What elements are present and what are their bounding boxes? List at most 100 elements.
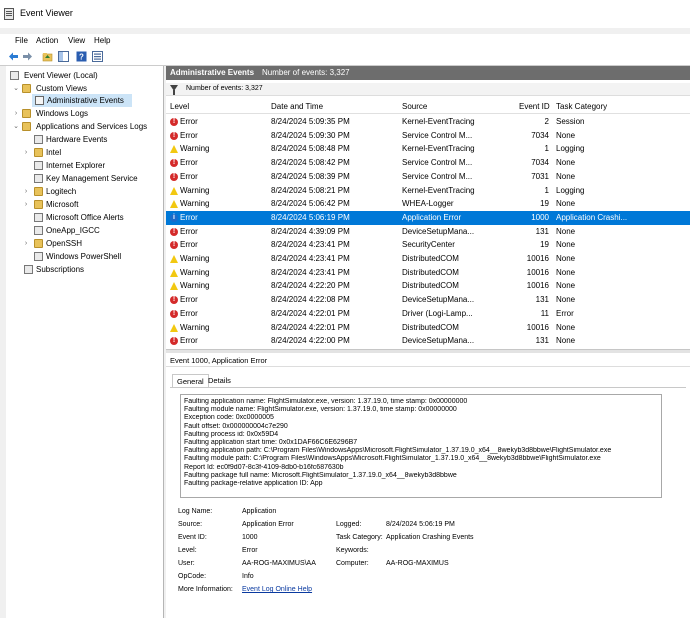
event-id-cell: 7031 (531, 171, 549, 181)
folder-icon (34, 187, 43, 196)
tree-item-oneapp-igcc[interactable]: OneApp_IGCC (20, 224, 160, 237)
tree-item-key-management-service[interactable]: Key Management Service (20, 172, 160, 185)
tree-item-label: Internet Explorer (46, 161, 106, 170)
task-category-cell: Logging (556, 185, 585, 195)
tree-root-label: Event Viewer (Local) (24, 71, 98, 80)
pane-header: Administrative Events Number of events: … (166, 66, 690, 80)
date-time-cell: 8/24/2024 4:39:09 PM (271, 226, 350, 236)
table-row[interactable]: Error 8/24/2024 5:09:35 PM Kernel-EventTra… (166, 115, 690, 129)
message-line: Faulting module name: FlightSimulator.ex… (184, 406, 457, 414)
task-category-cell: None (556, 171, 576, 181)
date-time-cell: 8/24/2024 4:23:41 PM (271, 267, 350, 277)
column-task-category[interactable]: Task Category (556, 102, 607, 111)
properties-icon[interactable] (92, 51, 103, 62)
tree-administrative-events[interactable]: Administrative Events (32, 94, 132, 107)
warning-icon (170, 282, 178, 291)
table-row[interactable]: Warning 8/24/2024 4:23:41 PM DistributedCO… (166, 266, 690, 280)
chevron-right-icon[interactable]: › (22, 198, 30, 211)
tree-windows-logs[interactable]: › Windows Logs (8, 107, 163, 120)
date-time-cell: 8/24/2024 4:22:00 PM (271, 336, 350, 346)
tree-item-windows-powershell[interactable]: Windows PowerShell (20, 250, 160, 263)
chevron-down-icon[interactable]: ⌄ (12, 120, 20, 133)
tree-item-openssh[interactable]: › OpenSSH (20, 237, 160, 250)
tab-details[interactable]: Details (204, 374, 235, 388)
table-row[interactable]: Warning 8/24/2024 5:06:42 PM WHEA-Logger 19… (166, 197, 690, 211)
chevron-right-icon[interactable]: › (12, 107, 20, 120)
table-row[interactable]: Error 8/24/2024 5:06:19 PM Application Err… (166, 210, 690, 225)
menu-action[interactable]: Action (36, 36, 58, 45)
task-category-cell: Application Crashi... (556, 212, 628, 222)
chevron-down-icon[interactable]: ⌄ (12, 82, 20, 95)
table-row[interactable]: Error 8/24/2024 5:08:39 PM Service Control… (166, 170, 690, 183)
show-hide-tree-icon[interactable] (58, 51, 69, 62)
level-cell: Error (180, 336, 198, 346)
tree-item-label: OneApp_IGCC (46, 226, 100, 235)
source-cell: Application Error (402, 212, 462, 222)
source-cell: Service Control M... (402, 171, 473, 181)
log-icon (34, 174, 43, 183)
table-row[interactable]: Error 8/24/2024 4:22:00 PM DeviceSetupMana… (166, 334, 690, 348)
table-row[interactable]: Error 8/24/2024 5:08:42 PM Service Control… (166, 156, 690, 170)
table-row[interactable]: Error 8/24/2024 5:09:30 PM Service Control… (166, 129, 690, 142)
filter-icon[interactable] (170, 85, 178, 95)
level-value: Error (242, 547, 258, 554)
help-icon[interactable]: ? (76, 51, 87, 62)
table-row[interactable]: Error 8/24/2024 4:23:41 PM SecurityCenter 1… (166, 238, 690, 252)
tree-item-internet-explorer[interactable]: Internet Explorer (20, 159, 160, 172)
column-level[interactable]: Level (170, 102, 189, 111)
folder-icon (22, 84, 31, 93)
window-title: Event Viewer (20, 8, 73, 18)
event-message-box[interactable]: Faulting application name: FlightSimulat… (180, 394, 662, 498)
menu-help[interactable]: Help (94, 36, 110, 45)
user-label: User: (178, 560, 195, 567)
event-id-cell: 19 (540, 240, 549, 250)
pane-event-count: Number of events: 3,327 (262, 68, 350, 77)
table-row[interactable]: Warning 8/24/2024 5:08:21 PM Kernel-EventT… (166, 184, 690, 198)
computer-value: AA-ROG-MAXIMUS (386, 560, 449, 567)
chevron-right-icon[interactable]: › (22, 237, 30, 250)
log-icon (34, 161, 43, 170)
table-row[interactable]: Warning 8/24/2024 5:08:48 PM Kernel-EventT… (166, 142, 690, 156)
task-category-cell: None (556, 158, 576, 168)
log-icon (34, 213, 43, 222)
menu-file[interactable]: File (15, 36, 28, 45)
chevron-right-icon[interactable]: › (22, 146, 30, 159)
column-event-id[interactable]: Event ID (519, 102, 550, 111)
column-date-time[interactable]: Date and Time (271, 102, 323, 111)
tree-item-microsoft[interactable]: › Microsoft (20, 198, 160, 211)
task-category-cell: Session (556, 117, 585, 126)
task-category-cell: Error (556, 308, 574, 318)
event-log-online-help-link[interactable]: Event Log Online Help (242, 586, 312, 593)
warning-icon (170, 145, 178, 154)
tree-root[interactable]: Event Viewer (Local) (8, 69, 163, 82)
tree-item-label: Logitech (46, 187, 77, 196)
message-line: Faulting package-relative application ID… (184, 480, 323, 488)
menu-view[interactable]: View (68, 36, 85, 45)
column-source[interactable]: Source (402, 102, 427, 111)
table-row[interactable]: Error 8/24/2024 4:22:08 PM DeviceSetupMana… (166, 293, 690, 307)
up-folder-icon[interactable] (42, 51, 53, 62)
source-cell: DistributedCOM (402, 322, 459, 332)
forward-arrow-icon[interactable] (22, 51, 33, 62)
tree-item-microsoft-office-alerts[interactable]: Microsoft Office Alerts (20, 211, 160, 224)
table-row[interactable]: Warning 8/24/2024 4:22:20 PM DistributedCO… (166, 279, 690, 293)
tree-item-intel[interactable]: › Intel (20, 146, 160, 159)
source-label: Source: (178, 521, 203, 528)
date-time-cell: 8/24/2024 4:22:08 PM (271, 295, 350, 305)
tree-applications-services-logs[interactable]: ⌄ Applications and Services Logs (8, 120, 163, 133)
back-arrow-icon[interactable] (8, 51, 19, 62)
logged-label: Logged: (336, 521, 362, 528)
error-icon (170, 156, 178, 170)
task-category-cell: None (556, 267, 576, 277)
table-row[interactable]: Error 8/24/2024 4:39:09 PM DeviceSetupMana… (166, 225, 690, 238)
table-row[interactable]: Error 8/24/2024 4:22:01 PM Driver (Logi-La… (166, 307, 690, 320)
tree-item-hardware-events[interactable]: Hardware Events (20, 133, 160, 146)
tree-item-logitech[interactable]: › Logitech (20, 185, 160, 198)
chevron-right-icon[interactable]: › (22, 185, 30, 198)
table-row[interactable]: Warning 8/24/2024 4:22:01 PM DistributedCO… (166, 321, 690, 335)
detail-header: Event 1000, Application Error (166, 353, 690, 367)
level-cell: Warning (180, 199, 210, 209)
table-row[interactable]: Warning 8/24/2024 4:23:41 PM DistributedCO… (166, 252, 690, 266)
tree-subscriptions[interactable]: Subscriptions (8, 263, 163, 276)
keywords-label: Keywords: (336, 547, 369, 554)
